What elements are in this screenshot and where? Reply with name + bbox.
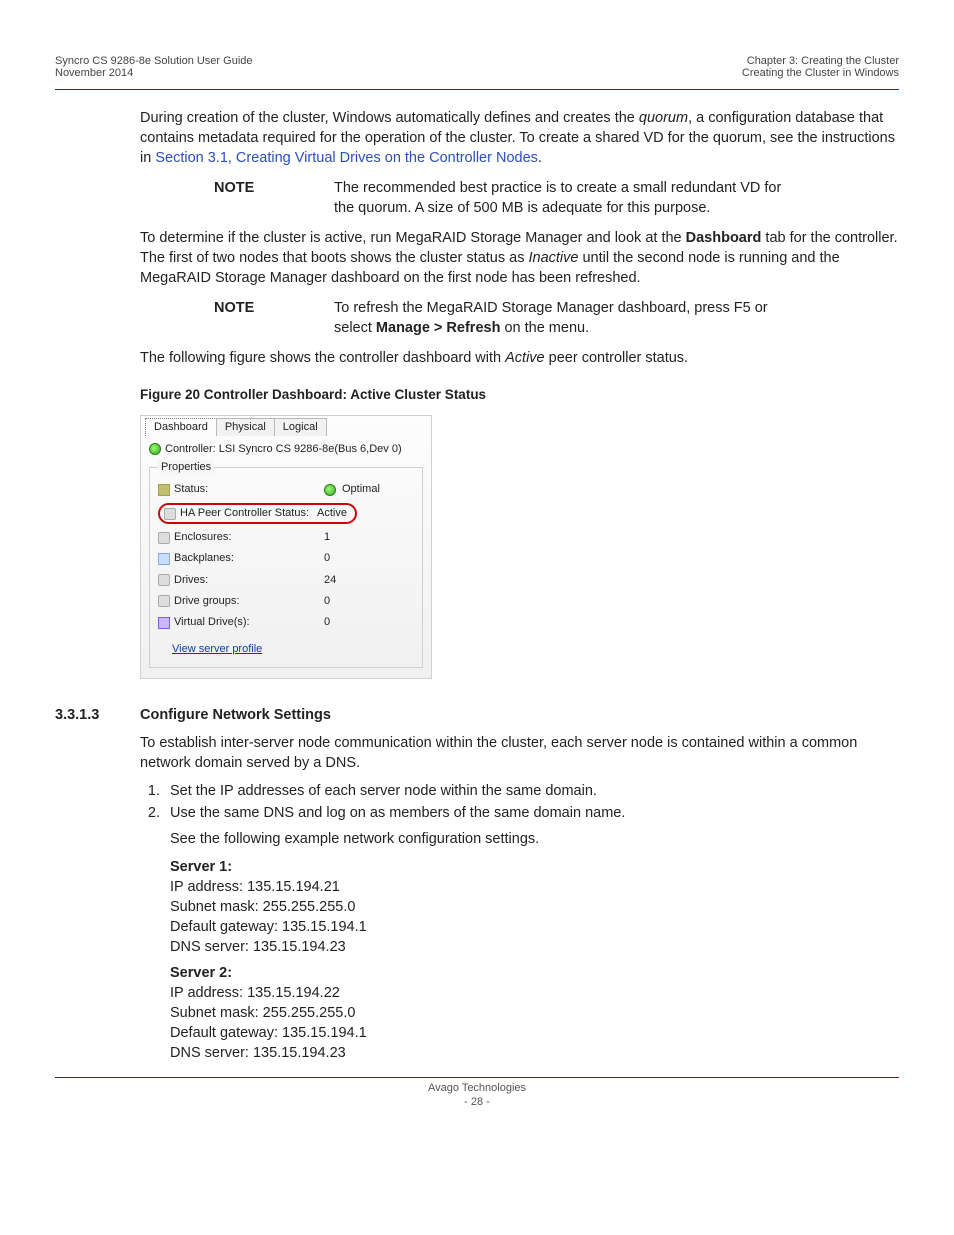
header-doc-title: Syncro CS 9286-8e Solution User Guide (55, 55, 253, 67)
drive-icon (158, 574, 170, 586)
footer-rule (55, 1077, 899, 1078)
section-number: 3.3.1.3 (55, 705, 140, 725)
vd-value: 0 (324, 615, 330, 630)
link-section-3-1[interactable]: Section 3.1, Creating Virtual Drives on … (155, 150, 538, 166)
server2-mask: Subnet mask: 255.255.255.0 (170, 1003, 899, 1023)
tab-physical[interactable]: Physical (216, 418, 275, 436)
status-label: Status: (174, 482, 208, 497)
dashboard-screenshot: Dashboard Physical Logical Controller: L… (140, 415, 432, 680)
server2-dns: DNS server: 135.15.194.23 (170, 1043, 899, 1063)
section-intro: To establish inter-server node communica… (140, 733, 899, 773)
controller-label: Controller: LSI Syncro CS 9286-8e(Bus 6,… (165, 442, 402, 457)
note-text: The recommended best practice is to crea… (334, 178, 784, 218)
server1-mask: Subnet mask: 255.255.255.0 (170, 897, 899, 917)
ha-label: HA Peer Controller Status: (180, 506, 309, 521)
backplane-icon (158, 553, 170, 565)
section-title: Configure Network Settings (140, 705, 331, 725)
tab-logical[interactable]: Logical (274, 418, 327, 436)
footer-page: - 28 - (55, 1096, 899, 1110)
note-block-2: NOTE To refresh the MegaRAID Storage Man… (214, 298, 899, 338)
server1-ip: IP address: 135.15.194.21 (170, 877, 899, 897)
paragraph-dashboard: To determine if the cluster is active, r… (140, 228, 899, 288)
drives-label: Drives: (174, 573, 208, 588)
server2-gateway: Default gateway: 135.15.194.1 (170, 1023, 899, 1043)
ha-value: Active (317, 506, 347, 521)
status-icon (158, 484, 170, 496)
enclosures-label: Enclosures: (174, 530, 231, 545)
header-chapter: Chapter 3: Creating the Cluster (742, 55, 899, 67)
ha-icon (164, 508, 176, 520)
drivegroups-label: Drive groups: (174, 594, 239, 609)
properties-fieldset: Properties Status: Optimal HA Peer Contr… (149, 467, 423, 668)
server2-ip: IP address: 135.15.194.22 (170, 983, 899, 1003)
ha-status-highlight: HA Peer Controller Status: Active (158, 503, 357, 524)
note-text: To refresh the MegaRAID Storage Manager … (334, 298, 784, 338)
drivegroups-value: 0 (324, 594, 330, 609)
tab-dashboard[interactable]: Dashboard (145, 418, 217, 436)
paragraph-figure-leadin: The following figure shows the controlle… (140, 348, 899, 368)
view-server-profile-link[interactable]: View server profile (172, 642, 262, 657)
paragraph-quorum: During creation of the cluster, Windows … (140, 108, 899, 168)
enclosures-value: 1 (324, 530, 330, 545)
header-doc-date: November 2014 (55, 67, 253, 79)
optimal-icon (324, 484, 336, 496)
server1-dns: DNS server: 135.15.194.23 (170, 937, 899, 957)
controller-row: Controller: LSI Syncro CS 9286-8e(Bus 6,… (141, 436, 431, 463)
server2-title: Server 2: (170, 965, 232, 981)
step-2-note: See the following example network config… (170, 829, 899, 849)
server1-title: Server 1: (170, 859, 232, 875)
header-section: Creating the Cluster in Windows (742, 67, 899, 79)
enclosure-icon (158, 532, 170, 544)
backplanes-value: 0 (324, 551, 330, 566)
drivegroup-icon (158, 595, 170, 607)
step-2: Use the same DNS and log on as members o… (164, 803, 899, 1063)
note-block-1: NOTE The recommended best practice is to… (214, 178, 899, 218)
header-rule (55, 89, 899, 90)
note-label: NOTE (214, 298, 334, 338)
vd-label: Virtual Drive(s): (174, 615, 250, 630)
fieldset-legend: Properties (158, 460, 214, 475)
status-value: Optimal (342, 482, 380, 497)
check-icon (149, 443, 161, 455)
note-label: NOTE (214, 178, 334, 218)
backplanes-label: Backplanes: (174, 551, 234, 566)
figure-caption: Figure 20 Controller Dashboard: Active C… (140, 386, 899, 405)
footer-company: Avago Technologies (55, 1082, 899, 1096)
server1-gateway: Default gateway: 135.15.194.1 (170, 917, 899, 937)
drives-value: 24 (324, 573, 336, 588)
virtualdrive-icon (158, 617, 170, 629)
step-1: Set the IP addresses of each server node… (164, 781, 899, 801)
